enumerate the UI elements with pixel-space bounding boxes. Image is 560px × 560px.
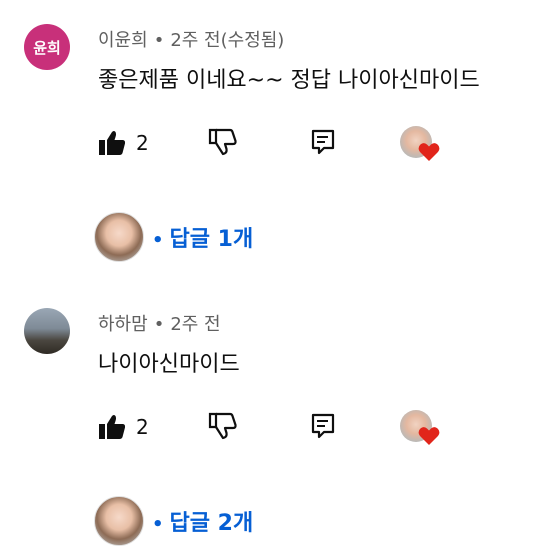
like-button[interactable]: 2 [98, 414, 149, 440]
comment-item: 하하맘 • 2주 전 나이아신마이드 2 • 답글 2개 [0, 284, 560, 560]
reply-icon [311, 129, 335, 155]
comment-text: 좋은제품 이네요~~ 정답 나이아신마이드 [98, 68, 480, 93]
heart-icon [418, 142, 440, 166]
replies-link[interactable]: • 답글 2개 [152, 505, 253, 537]
dislike-button[interactable] [208, 128, 238, 156]
reply-icon [311, 413, 335, 439]
like-button[interactable]: 2 [98, 130, 149, 156]
comment-meta: 하하맘 • 2주 전 [98, 310, 221, 336]
author-name[interactable]: 하하맘 [98, 314, 148, 335]
creator-heart-badge [400, 126, 444, 170]
like-count: 2 [136, 415, 149, 439]
avatar[interactable]: 윤희 [24, 24, 70, 70]
reply-avatar [94, 496, 144, 546]
comment-item: 윤희 이윤희 • 2주 전(수정됨) 좋은제품 이네요~~ 정답 나이아신마이드 2 [0, 0, 560, 280]
reply-button[interactable] [311, 129, 335, 155]
thumbs-down-icon [208, 128, 238, 156]
thumbs-down-icon [208, 412, 238, 440]
comment-time: 2주 전(수정됨) [170, 30, 285, 51]
meta-separator: • [153, 314, 165, 335]
replies-link[interactable]: • 답글 1개 [152, 221, 253, 253]
thumbs-up-icon [98, 414, 126, 440]
comment-meta: 이윤희 • 2주 전(수정됨) [98, 26, 284, 52]
replies-count: 답글 1개 [169, 227, 254, 252]
reply-avatar [94, 212, 144, 262]
avatar-initials: 윤희 [33, 38, 61, 57]
view-replies-button[interactable]: • 답글 1개 [94, 212, 253, 262]
view-replies-button[interactable]: • 답글 2개 [94, 496, 253, 546]
heart-icon [418, 426, 440, 450]
avatar[interactable] [24, 308, 70, 354]
comment-text: 나이아신마이드 [98, 352, 240, 377]
meta-separator: • [153, 30, 165, 51]
replies-separator: • [152, 230, 164, 251]
reply-button[interactable] [311, 413, 335, 439]
creator-heart-badge [400, 410, 444, 454]
like-count: 2 [136, 131, 149, 155]
author-name[interactable]: 이윤희 [98, 30, 148, 51]
replies-separator: • [152, 514, 164, 535]
replies-count: 답글 2개 [169, 511, 254, 536]
comment-time: 2주 전 [170, 314, 221, 335]
comments-panel: 윤희 이윤희 • 2주 전(수정됨) 좋은제품 이네요~~ 정답 나이아신마이드 2 [0, 0, 560, 560]
dislike-button[interactable] [208, 412, 238, 440]
thumbs-up-icon [98, 130, 126, 156]
